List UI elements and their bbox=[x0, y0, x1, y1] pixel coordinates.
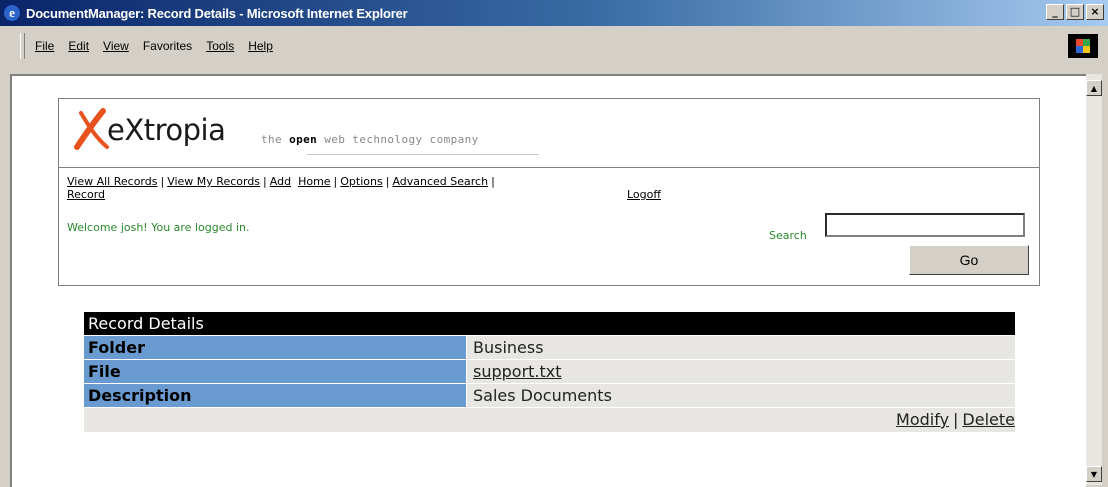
welcome-message: Welcome josh! You are logged in. bbox=[67, 221, 250, 234]
scroll-down-arrow-icon[interactable]: ▼ bbox=[1086, 466, 1102, 482]
nav-advanced-search[interactable]: Advanced Search bbox=[392, 175, 488, 188]
record-details-heading: Record Details bbox=[84, 312, 1015, 335]
menu-favorites[interactable]: Favorites bbox=[143, 39, 192, 53]
nav-add-record-continued[interactable]: Record bbox=[67, 188, 105, 201]
logo-divider bbox=[307, 154, 539, 155]
nav-links: View All Records | View My Records | Add Hom… bbox=[67, 175, 661, 201]
window-title: DocumentManager: Record Details - Micros… bbox=[26, 5, 408, 21]
description-value: Sales Documents bbox=[467, 384, 1015, 407]
maximize-button[interactable]: □ bbox=[1066, 4, 1084, 20]
nav-add-record[interactable]: Add bbox=[270, 175, 291, 188]
site-logo-text: eXtropia bbox=[107, 113, 226, 147]
nav-options[interactable]: Options bbox=[340, 175, 382, 188]
menu-tools[interactable]: Tools bbox=[206, 39, 234, 53]
browser-window: e DocumentManager: Record Details - Micr… bbox=[0, 0, 1108, 487]
menu-edit[interactable]: Edit bbox=[68, 39, 89, 53]
record-details-table: Record Details Folder Business File supp… bbox=[84, 312, 1015, 432]
vertical-scrollbar[interactable]: ▲ ▼ bbox=[1086, 74, 1102, 485]
title-bar: e DocumentManager: Record Details - Micr… bbox=[0, 0, 1108, 26]
nav-logoff[interactable]: Logoff bbox=[627, 188, 661, 201]
nav-view-my-records[interactable]: View My Records bbox=[167, 175, 260, 188]
page-viewport: eXtropia the open web technology company… bbox=[10, 74, 1086, 487]
nav-view-all-records[interactable]: View All Records bbox=[67, 175, 157, 188]
table-row: File support.txt bbox=[84, 359, 1015, 383]
windows-logo-icon bbox=[1068, 34, 1098, 58]
logo-banner: eXtropia the open web technology company bbox=[59, 99, 1039, 168]
folder-label: Folder bbox=[84, 336, 466, 359]
minimize-button[interactable]: _ bbox=[1046, 4, 1064, 20]
site-header: eXtropia the open web technology company… bbox=[58, 98, 1040, 286]
search-label: Search bbox=[769, 229, 807, 242]
scroll-up-arrow-icon[interactable]: ▲ bbox=[1086, 80, 1102, 96]
file-link[interactable]: support.txt bbox=[473, 362, 562, 381]
file-label: File bbox=[84, 360, 466, 383]
modify-link[interactable]: Modify bbox=[896, 410, 949, 429]
extropia-logo-icon bbox=[74, 108, 109, 150]
menu-view[interactable]: View bbox=[103, 39, 129, 53]
toolbar-grip[interactable] bbox=[20, 33, 25, 59]
internet-explorer-icon: e bbox=[4, 5, 20, 21]
delete-link[interactable]: Delete bbox=[962, 410, 1015, 429]
go-button[interactable]: Go bbox=[909, 245, 1029, 275]
table-row: Folder Business bbox=[84, 335, 1015, 359]
search-input[interactable] bbox=[825, 213, 1025, 237]
window-controls: _ □ × bbox=[1044, 4, 1104, 20]
site-tagline: the open web technology company bbox=[261, 133, 479, 146]
folder-value: Business bbox=[467, 336, 1015, 359]
table-row: Description Sales Documents bbox=[84, 383, 1015, 407]
menu-file[interactable]: File bbox=[35, 39, 54, 53]
nav-home[interactable]: Home bbox=[298, 175, 330, 188]
file-value: support.txt bbox=[467, 360, 1015, 383]
close-button[interactable]: × bbox=[1086, 4, 1104, 20]
description-label: Description bbox=[84, 384, 466, 407]
menu-bar: File Edit View Favorites Tools Help bbox=[0, 26, 1108, 66]
menu-help[interactable]: Help bbox=[248, 39, 273, 53]
record-actions: Modify | Delete bbox=[84, 407, 1015, 432]
